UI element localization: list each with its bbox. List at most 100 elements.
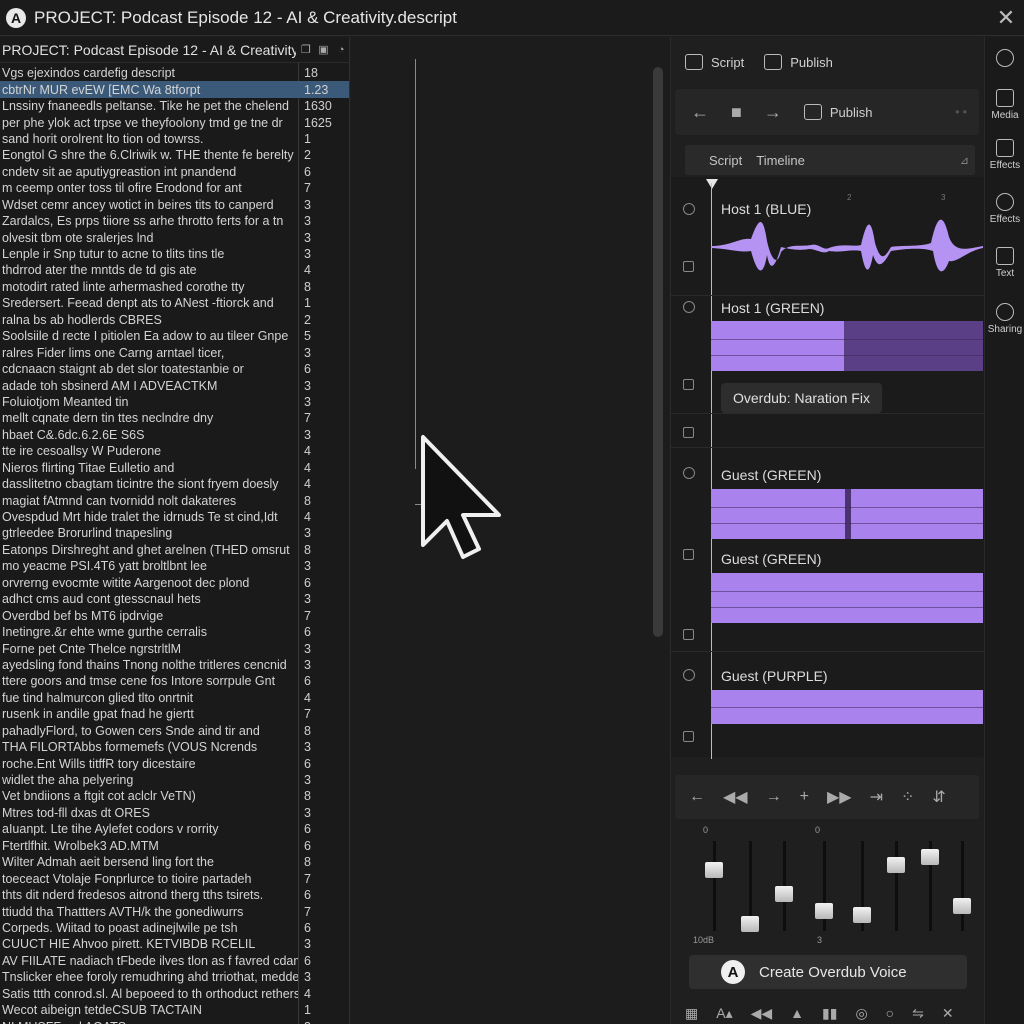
create-overdub-voice-button[interactable]: A Create Overdub Voice	[689, 955, 967, 989]
track-select-checkbox[interactable]	[683, 629, 694, 640]
fader-knob[interactable]	[853, 906, 871, 923]
sidebar-item-media[interactable]: Media	[985, 89, 1024, 121]
transcript-row[interactable]: ttere goors and tmse cene fos Intore sor…	[0, 673, 349, 689]
transcript-row[interactable]: adhct cms aud cont gtesscnaul hets 3	[0, 591, 349, 607]
fader-track[interactable]	[895, 841, 898, 931]
tool-icon[interactable]: A▴	[716, 1005, 732, 1022]
transcript-row[interactable]: mellt cqnate dern tin ttes neclndre dny 7	[0, 410, 349, 426]
transcript-row[interactable]: Nieros flirting Titae Eulletio and 4	[0, 460, 349, 476]
transcript-row[interactable]: AV FIILATE nadiach tFbede ilves tlon as …	[0, 953, 349, 969]
transport-button-icon[interactable]: →	[766, 788, 782, 806]
transcript-row[interactable]: magiat fAtmnd can tvornidd nolt dakatere…	[0, 492, 349, 508]
tool-icon[interactable]: ⇋	[912, 1005, 924, 1022]
transcript-row[interactable]: ralres Fider lims one Carng arntael tice…	[0, 344, 349, 360]
sidebar-item-effects[interactable]: Effects	[985, 139, 1024, 171]
transcript-row[interactable]: Lnssiny fnaneedls peltanse. Tike he pet …	[0, 98, 350, 114]
track-select-checkbox[interactable]	[683, 379, 694, 390]
transcript-row[interactable]: tte ire cesoallsy W Puderone 4	[0, 443, 349, 459]
transcript-row[interactable]: ralna bs ab hodlerds CBRES 2	[0, 312, 349, 328]
more-icon[interactable]: • •	[955, 105, 967, 119]
transcript-row[interactable]: CUUCT HIE Ahvoo pirett. KETVIBDB RCELIL 3	[0, 936, 349, 952]
audio-clip[interactable]	[711, 321, 983, 371]
tool-icon[interactable]: ◎	[855, 1005, 867, 1022]
fader-knob[interactable]	[887, 857, 905, 874]
audio-clip[interactable]	[711, 690, 983, 724]
publish-tab[interactable]: Publish	[764, 54, 833, 70]
tool-icon[interactable]: ✕	[942, 1005, 954, 1022]
audio-clip[interactable]	[711, 573, 983, 623]
sidebar-item-effects-2[interactable]: Effects	[985, 193, 1024, 225]
transcript-row[interactable]: ayedsling fond thains Tnong nolthe tritl…	[0, 657, 349, 673]
transcript-row[interactable]: roche.Ent Wills titffR tory dicestaire 6	[0, 755, 349, 771]
tool-icon[interactable]: ▦	[685, 1005, 698, 1022]
transcript-row[interactable]: Corpeds. Wiitad to poast adinejlwile pe …	[0, 920, 349, 936]
transcript-row[interactable]: Vgs ejexindos cardefig descript 18	[0, 65, 349, 81]
transcript-row[interactable]: cndetv sit ae aputiygreastion int pnande…	[0, 164, 349, 180]
transport-button-icon[interactable]: +	[800, 788, 809, 806]
transcript-row[interactable]: Soolsiile d recte I pitiolen Ea adow to …	[0, 328, 349, 344]
transcript-row[interactable]: Tnslicker ehee foroly remudhring ahd trr…	[0, 969, 349, 985]
transcript-row[interactable]: Eatonps Dirshreght and ghet arelnen (THE…	[0, 542, 349, 558]
transcript-row[interactable]: THA FILORTAbbs formemefs (VOUS Ncrends 3	[0, 739, 349, 755]
transcript-row[interactable]: Wdset cemr ancey wotict in beires tits t…	[0, 197, 349, 213]
expand-arrow-icon[interactable]: ›	[349, 84, 350, 95]
fader-knob[interactable]	[741, 916, 759, 933]
fader-track[interactable]	[713, 841, 716, 931]
transcript-row[interactable]: olvesit tbm ote sralerjes lnd 3	[0, 229, 349, 245]
stop-icon[interactable]: ■	[731, 102, 742, 123]
transcript-row[interactable]: widlet the aha pelyering 3	[0, 772, 349, 788]
publish-button[interactable]: Publish	[803, 104, 873, 120]
transcript-row[interactable]: Sredersert. Feead denpt ats to ANest -ft…	[0, 295, 349, 311]
track-mute-toggle[interactable]	[683, 669, 695, 681]
fader-track[interactable]	[961, 841, 964, 931]
transport-button-icon[interactable]: ⇥	[870, 787, 883, 807]
expand-arrow-icon[interactable]: ›	[349, 117, 350, 128]
track-mute-toggle[interactable]	[683, 203, 695, 215]
forward-arrow-icon[interactable]: →	[764, 102, 782, 123]
lock-icon[interactable]: ▣	[316, 42, 332, 58]
transport-button-icon[interactable]: ←	[689, 788, 705, 806]
fader-knob[interactable]	[775, 886, 793, 903]
transcript-row[interactable]: pahadlyFlord, to Gowen cers Snde aind ti…	[0, 723, 349, 739]
transcript-row[interactable]: sand horit orolrent lto tion od towrss. 1	[0, 131, 349, 147]
transcript-row[interactable]: Lenple ir Snp tutur to acne to tlits tin…	[0, 246, 349, 262]
transcript-row[interactable]: per phe ylok act trpse ve theyfoolony tm…	[0, 114, 350, 130]
transcript-row[interactable]: Eongtol G shre the 6.Clriwik w. THE then…	[0, 147, 349, 163]
tool-icon[interactable]: ▲	[790, 1005, 804, 1021]
transcript-row[interactable]: gtrleedee Brorurlind tnapesling 3	[0, 525, 349, 541]
transcript-row[interactable]: toeceact Vtolaje Fonprlurce to tioire pa…	[0, 870, 349, 886]
transcript-row[interactable]: cbtrNr MUR evEW [EMC Wa 8tforpt 1.23 ›	[0, 81, 350, 98]
fader-knob[interactable]	[815, 902, 833, 919]
tab-script[interactable]: Script	[709, 153, 742, 168]
tool-icon[interactable]: ○	[886, 1005, 894, 1021]
transcript-row[interactable]: thts dit nderd fredesos aitrond therg tt…	[0, 887, 349, 903]
transcript-row[interactable]: Forne pet Cnte Thelce ngrstrltlM 3	[0, 640, 349, 656]
transport-button-icon[interactable]: ▶▶	[827, 787, 852, 807]
track-select-checkbox[interactable]	[683, 427, 694, 438]
tool-icon[interactable]: ◀◀	[751, 1005, 773, 1022]
transcript-row[interactable]: Inetingre.&r ehte wme gurthe cerralis 6	[0, 624, 349, 640]
transcript-row[interactable]: Vet bndiions a ftgit cot aclclr VeTN) 8	[0, 788, 349, 804]
tool-icon[interactable]: ▮▮	[822, 1005, 837, 1022]
expand-arrow-icon[interactable]: ›	[349, 101, 350, 112]
transcript-row[interactable]: motodirt rated linte arhermashed corothe…	[0, 279, 349, 295]
sidebar-item-sharing[interactable]: Sharing	[985, 303, 1024, 335]
transcript-row[interactable]: Zardalcs, Es prps tiiore ss arhe throtto…	[0, 213, 349, 229]
comment-icon[interactable]: ◔	[333, 42, 349, 58]
transcript-row[interactable]: dasslitetno cbagtam ticintre the siont f…	[0, 476, 349, 492]
fader-knob[interactable]	[953, 898, 971, 915]
close-window-button[interactable]: ✕	[994, 5, 1018, 30]
transcript-row[interactable]: hbaet C&.6dc.6.2.6E S6S 3	[0, 427, 349, 443]
sidebar-item-text[interactable]: Text	[985, 247, 1024, 279]
brand-button[interactable]	[985, 49, 1024, 67]
transcript-row[interactable]: ttiudd tha Thattters AVTH/k the gonediwu…	[0, 903, 349, 919]
transcript-row[interactable]: thdrrod ater the mntds de td gis ate 4	[0, 262, 349, 278]
fader-knob[interactable]	[705, 861, 723, 878]
script-tab[interactable]: Script	[685, 54, 744, 70]
transcript-row[interactable]: fue tind halmurcon glied tlto onrtnit 4	[0, 690, 349, 706]
transcript-row[interactable]: Wecot aibeign tetdeCSUB TACTAIN 1	[0, 1002, 349, 1018]
track-mute-toggle[interactable]	[683, 301, 695, 313]
transport-button-icon[interactable]: ⇵	[932, 787, 945, 807]
copy-icon[interactable]: ❐	[298, 42, 314, 58]
transcript-row[interactable]: Ovespdud Mrt hide tralet the idrnuds Te …	[0, 509, 349, 525]
